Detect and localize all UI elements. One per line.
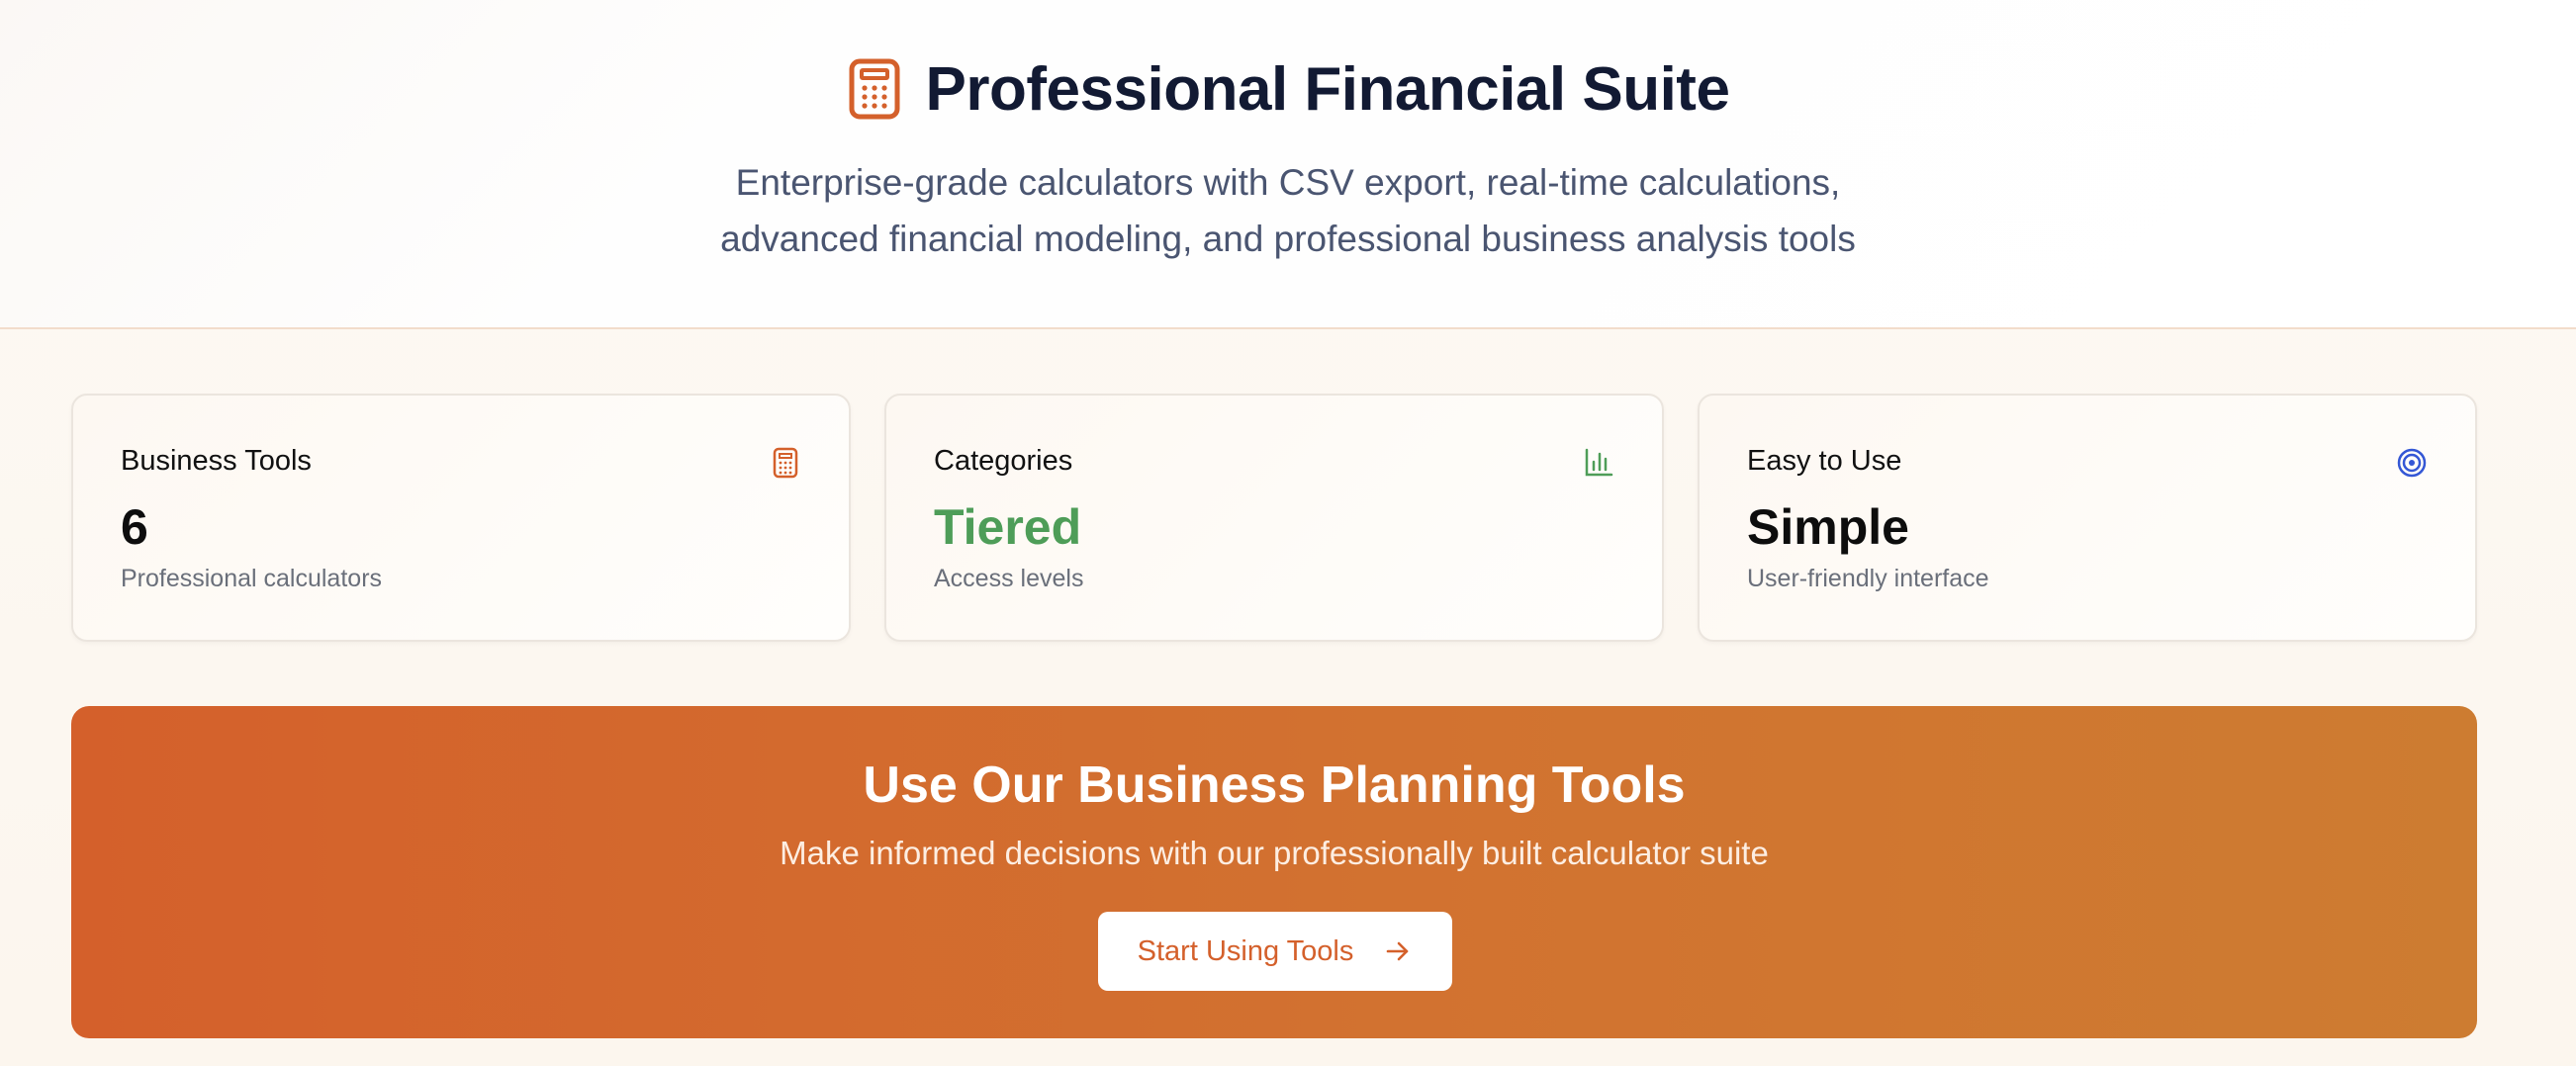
stat-card-value: Tiered — [934, 499, 1082, 555]
page-title: Professional Financial Suite — [925, 54, 1730, 124]
cta-subtitle: Make informed decisions with our profess… — [780, 835, 1769, 871]
bar-chart-icon — [1583, 447, 1614, 479]
calculator-icon — [770, 447, 801, 479]
stat-card-value: 6 — [121, 499, 148, 555]
cta-button-label: Start Using Tools — [1137, 934, 1354, 967]
stat-card-caption: Access levels — [934, 565, 1084, 592]
title-row: Professional Financial Suite — [0, 49, 2576, 129]
subtitle-line-2: advanced financial modeling, and profess… — [720, 219, 1856, 259]
stat-card-categories: Categories Tiered Access levels — [884, 394, 1664, 642]
stat-card-label: Categories — [934, 445, 1073, 477]
stat-card-label: Business Tools — [121, 445, 312, 477]
calculator-icon — [847, 57, 902, 121]
cta-banner: Use Our Business Planning Tools Make inf… — [71, 706, 2477, 1038]
stat-card-caption: User-friendly interface — [1747, 565, 1989, 592]
arrow-right-icon — [1383, 936, 1413, 966]
start-using-tools-button[interactable]: Start Using Tools — [1098, 912, 1452, 991]
target-icon — [2396, 447, 2428, 479]
stat-card-label: Easy to Use — [1747, 445, 1902, 477]
cta-title: Use Our Business Planning Tools — [863, 756, 1686, 814]
subtitle-line-1: Enterprise-grade calculators with CSV ex… — [735, 162, 1841, 203]
stat-card-value: Simple — [1747, 499, 1909, 555]
stat-card-easy-to-use: Easy to Use Simple User-friendly interfa… — [1698, 394, 2477, 642]
page-subtitle: Enterprise-grade calculators with CSV ex… — [0, 154, 2576, 267]
page-header: Professional Financial Suite Enterprise-… — [0, 0, 2576, 329]
stat-card-business-tools: Business Tools 6 Professional calculator… — [71, 394, 851, 642]
stat-card-caption: Professional calculators — [121, 565, 383, 592]
